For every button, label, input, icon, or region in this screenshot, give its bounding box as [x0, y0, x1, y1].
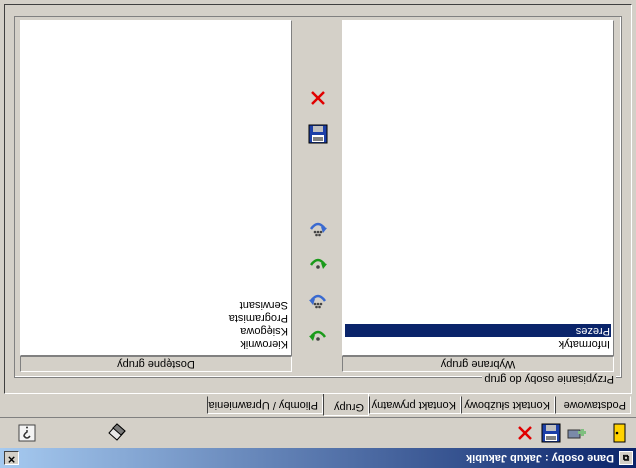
list-item[interactable]: Serwisant: [239, 298, 289, 311]
title-bar: ⧉ Dane osoby : Jakub Jakubik ✕: [0, 448, 636, 468]
toolbar: [0, 417, 636, 448]
save-groups-button[interactable]: [306, 122, 330, 146]
group-assignment-label: Przypisanie osoby do grup: [482, 373, 616, 385]
add-all-button[interactable]: [306, 286, 330, 310]
help-icon: [18, 424, 36, 442]
list-item-selected[interactable]: Prezes: [345, 324, 611, 337]
delete-icon: [518, 426, 532, 440]
save-icon: [308, 124, 328, 144]
window-title: Dane osoby : Jakub Jakubik: [466, 452, 614, 464]
delete-button[interactable]: [514, 422, 536, 444]
remove-one-button[interactable]: [306, 250, 330, 274]
remove-one-icon: [309, 258, 327, 269]
cancel-icon: [311, 91, 325, 105]
exit-icon: [613, 423, 626, 443]
add-person-icon: [567, 429, 586, 439]
add-one-icon: [309, 330, 327, 341]
list-item[interactable]: Księgowa: [239, 324, 289, 337]
add-all-icon: [309, 294, 327, 309]
tab-grupy[interactable]: Grupy: [323, 394, 369, 416]
list-item[interactable]: Kierownik: [239, 337, 289, 350]
available-groups-header[interactable]: Dostępne grupy: [20, 356, 292, 372]
close-button[interactable]: ✕: [4, 451, 19, 465]
app-icon: ⧉: [619, 451, 633, 465]
save-button[interactable]: [540, 422, 562, 444]
tab-plomby-uprawnienia[interactable]: Pliomby / Uprawnienia: [207, 396, 323, 414]
remove-all-icon: [309, 222, 327, 237]
list-item[interactable]: Informatyk: [558, 337, 611, 350]
available-groups-list[interactable]: Kierownik Księgowa Programista Serwisant: [20, 20, 292, 356]
add-person-button[interactable]: [566, 422, 588, 444]
tab-kontakt-sluzbowy[interactable]: Kontakt służbowy: [461, 396, 555, 414]
selected-groups-list[interactable]: Informatyk Prezes: [342, 20, 614, 356]
remove-all-button[interactable]: [306, 214, 330, 238]
list-item[interactable]: Programista: [228, 311, 289, 324]
eraser-icon: [108, 423, 126, 441]
tab-kontakt-prywatny[interactable]: Kontakt prywatny: [369, 396, 461, 414]
exit-button[interactable]: [608, 422, 630, 444]
selected-groups-header[interactable]: Wybrane grupy: [342, 356, 614, 372]
save-icon: [541, 423, 561, 443]
tab-strip: Podstawowe Kontakt służbowy Kontakt pryw…: [4, 393, 632, 416]
eraser-button[interactable]: [106, 422, 128, 444]
tab-podstawowe[interactable]: Podstawowe: [555, 396, 631, 414]
help-button[interactable]: [16, 422, 38, 444]
cancel-groups-button[interactable]: [306, 86, 330, 110]
add-one-button[interactable]: [306, 322, 330, 346]
